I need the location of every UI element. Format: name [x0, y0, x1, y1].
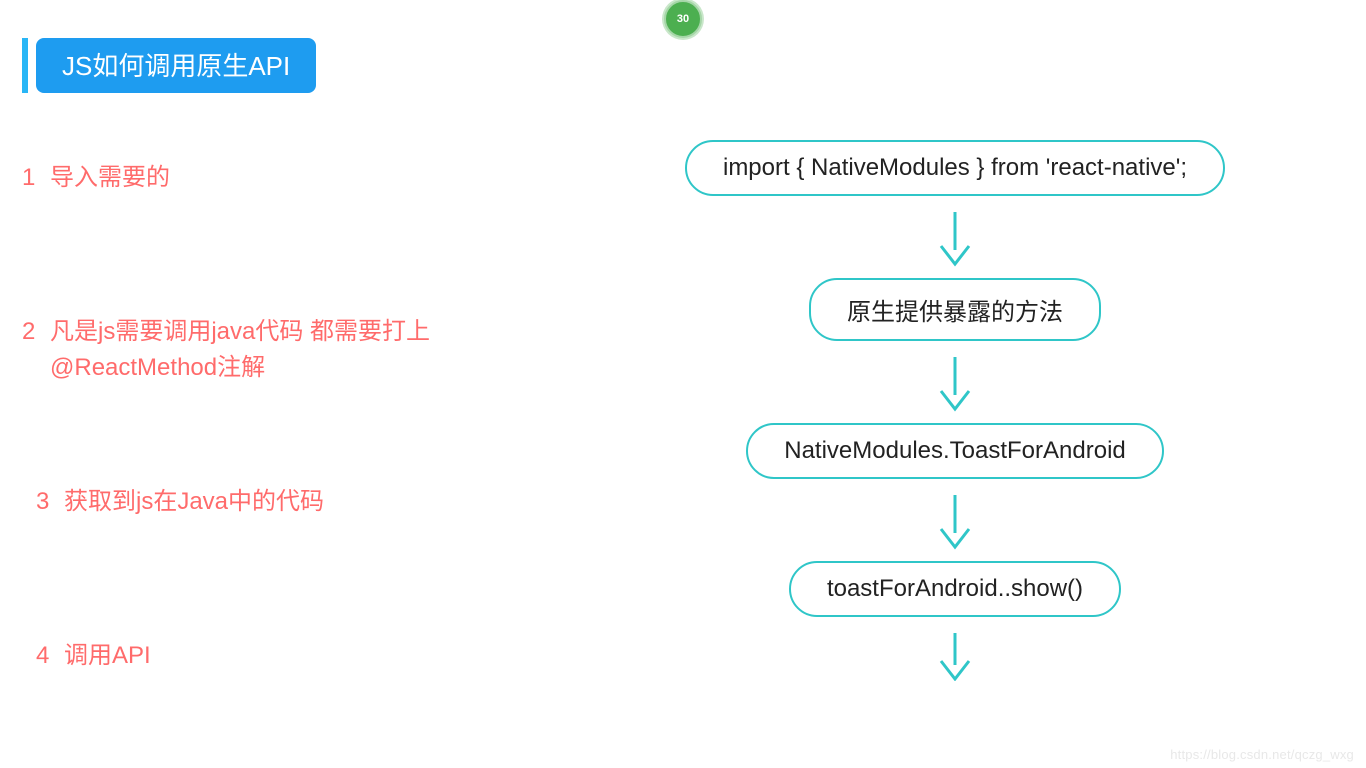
- flow-node-4: toastForAndroid..show(): [789, 561, 1121, 617]
- page-title: JS如何调用原生API: [36, 38, 316, 93]
- flow-column: import { NativeModules } from 'react-nat…: [615, 140, 1295, 691]
- flow-node-1: import { NativeModules } from 'react-nat…: [685, 140, 1225, 196]
- watermark: https://blog.csdn.net/qczg_wxg: [1170, 747, 1354, 762]
- step-number: 2: [22, 314, 50, 386]
- step-3: 3 获取到js在Java中的代码: [22, 484, 502, 520]
- page-number: 30: [677, 13, 689, 25]
- step-text: 凡是js需要调用java代码 都需要打上@ReactMethod注解: [50, 314, 502, 386]
- arrow-down-icon: [935, 631, 975, 681]
- arrow-down-icon: [935, 355, 975, 413]
- title-accent-bar: [22, 38, 28, 93]
- step-1: 1 导入需要的: [22, 160, 502, 196]
- step-text: 获取到js在Java中的代码: [64, 484, 502, 520]
- step-text: 导入需要的: [50, 160, 502, 196]
- arrow-down-icon: [935, 210, 975, 268]
- step-number: 3: [36, 484, 64, 520]
- title-block: JS如何调用原生API: [22, 38, 316, 93]
- step-number: 1: [22, 160, 50, 196]
- steps-column: 1 导入需要的 2 凡是js需要调用java代码 都需要打上@ReactMeth…: [22, 140, 502, 674]
- flow-node-3: NativeModules.ToastForAndroid: [746, 423, 1164, 479]
- step-2: 2 凡是js需要调用java代码 都需要打上@ReactMethod注解: [22, 314, 502, 386]
- flow-node-2: 原生提供暴露的方法: [809, 278, 1101, 341]
- step-number: 4: [36, 638, 64, 674]
- step-4: 4 调用API: [22, 638, 502, 674]
- page-number-badge: 30: [664, 0, 702, 38]
- arrow-down-icon: [935, 493, 975, 551]
- step-text: 调用API: [64, 638, 502, 674]
